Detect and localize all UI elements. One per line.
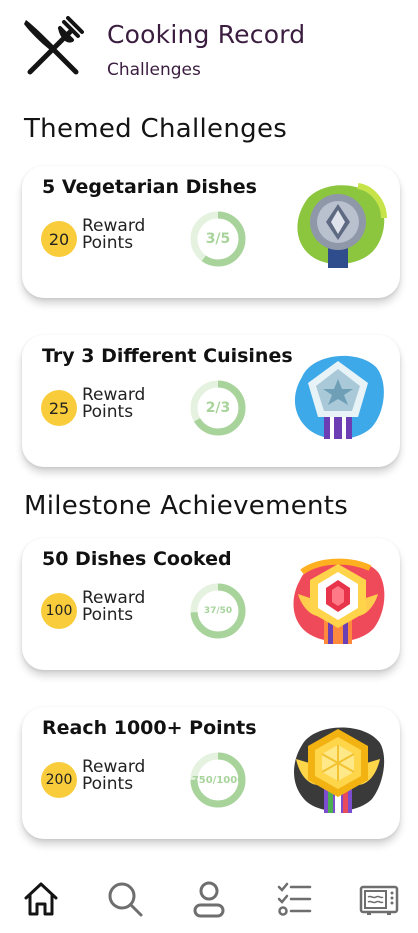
progress-text-line1: 750/	[191, 774, 217, 786]
reward-label: Reward Points	[82, 216, 146, 253]
silver-diamond-medal-icon	[288, 178, 388, 278]
challenge-title: Try 3 Different Cuisines	[42, 345, 293, 367]
profile-icon[interactable]	[189, 879, 229, 919]
progress-text: 37/50	[203, 605, 233, 616]
microwave-icon[interactable]	[359, 879, 399, 919]
reward-label: Reward Points	[82, 757, 146, 794]
app-title: Cooking Record	[107, 20, 306, 49]
achievement-card[interactable]: 50 Dishes Cooked 100 Reward Points 37/50	[22, 538, 400, 670]
progress-ring: 37/50	[189, 582, 247, 640]
progress-text: 750/ 1000	[192, 751, 244, 809]
search-icon[interactable]	[105, 879, 145, 919]
challenge-card[interactable]: Try 3 Different Cuisines 25 Reward Point…	[22, 335, 400, 467]
fork-knife-cross-icon	[20, 16, 86, 80]
blue-star-pentagon-medal-icon	[288, 347, 388, 447]
progress-text-line2: 1000	[216, 774, 245, 786]
progress-text: 2/3	[205, 399, 231, 416]
progress-ring: 3/5	[189, 210, 247, 268]
challenge-title: 5 Vegetarian Dishes	[42, 176, 257, 198]
achievement-title: 50 Dishes Cooked	[42, 548, 232, 570]
progress-text: 3/5	[205, 230, 231, 247]
app-header: Cooking Record Challenges	[0, 0, 418, 100]
reward-label: Reward Points	[82, 385, 146, 422]
gold-hexagon-winged-medal-icon	[288, 719, 388, 819]
points-badge: 20	[41, 221, 77, 257]
section-title-milestone: Milestone Achievements	[24, 491, 349, 521]
progress-ring: 750/ 1000	[189, 751, 247, 809]
home-icon[interactable]	[21, 879, 61, 919]
points-badge: 100	[41, 593, 77, 629]
achievement-card[interactable]: Reach 1000+ Points 200 Reward Points 750…	[22, 707, 400, 839]
checklist-icon[interactable]	[274, 879, 314, 919]
progress-ring: 2/3	[189, 379, 247, 437]
page-subtitle: Challenges	[107, 60, 201, 80]
bottom-navigation	[0, 862, 418, 933]
points-badge: 25	[41, 390, 77, 426]
section-title-themed: Themed Challenges	[24, 114, 288, 144]
red-gem-winged-medal-icon	[288, 550, 388, 650]
achievement-title: Reach 1000+ Points	[42, 717, 257, 739]
challenge-card[interactable]: 5 Vegetarian Dishes 20 Reward Points 3/5	[22, 166, 400, 298]
reward-label: Reward Points	[82, 588, 146, 625]
points-badge: 200	[41, 762, 77, 798]
